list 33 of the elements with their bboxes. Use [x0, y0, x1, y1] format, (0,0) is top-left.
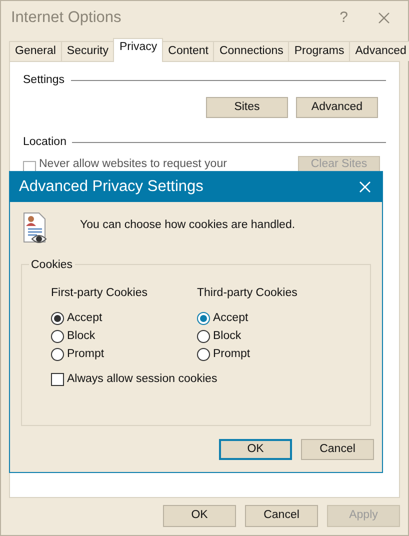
section-label: Location	[23, 135, 66, 150]
radio-button[interactable]	[51, 348, 64, 361]
radio-button[interactable]	[51, 330, 64, 343]
radio-label[interactable]: Accept	[213, 310, 248, 327]
window-title: Internet Options	[11, 8, 122, 28]
radio-button[interactable]	[197, 330, 210, 343]
radio-label[interactable]: Prompt	[213, 346, 250, 363]
column-heading: Third-party Cookies	[197, 286, 298, 301]
dialog-button[interactable]: Cancel	[301, 439, 374, 460]
checkbox-label[interactable]: Always allow session cookies	[67, 371, 218, 388]
tab[interactable]: Privacy	[113, 38, 164, 62]
tab[interactable]: General	[9, 41, 62, 61]
radio-button[interactable]	[197, 348, 210, 361]
dialog-title: Advanced Privacy Settings	[19, 177, 204, 198]
section-label: Settings	[23, 73, 65, 88]
close-icon[interactable]	[378, 12, 390, 24]
checkbox-label[interactable]: Never allow websites to request your	[39, 156, 227, 173]
settings-button[interactable]: Sites	[206, 97, 288, 118]
radio-label[interactable]: Accept	[67, 310, 102, 327]
dialog-message: You can choose how cookies are handled.	[80, 218, 296, 233]
radio-label[interactable]: Block	[213, 328, 242, 345]
privacy-document-icon	[23, 212, 47, 246]
radio-label[interactable]: Block	[67, 328, 96, 345]
radio-button[interactable]	[197, 312, 210, 325]
settings-button[interactable]: Advanced	[296, 97, 378, 118]
checkbox[interactable]	[51, 373, 64, 386]
dialog-button[interactable]: OK	[219, 439, 292, 460]
radio-button[interactable]	[51, 312, 64, 325]
dialog-button[interactable]: Cancel	[245, 505, 318, 527]
tab[interactable]: Advanced	[349, 41, 409, 61]
dialog-button[interactable]: OK	[163, 505, 236, 527]
radio-label[interactable]: Prompt	[67, 346, 104, 363]
column-heading: First-party Cookies	[51, 286, 148, 301]
